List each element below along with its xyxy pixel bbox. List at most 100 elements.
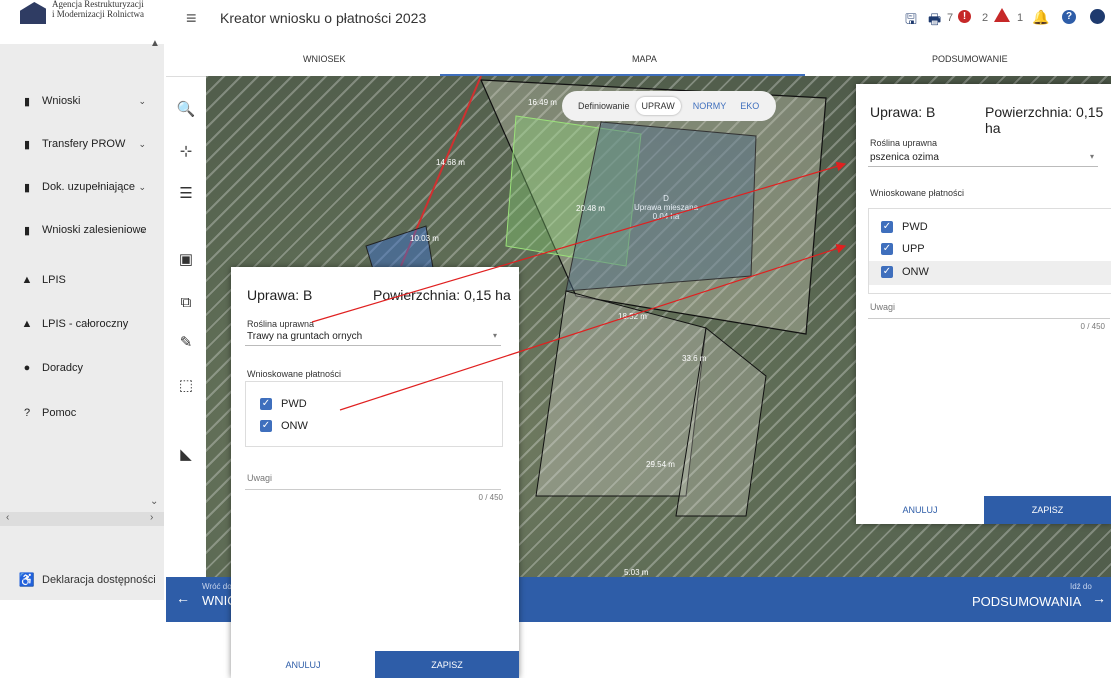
measurement-label: 33.6 m (682, 354, 707, 363)
horizontal-scrollbar[interactable] (0, 512, 164, 526)
layers-list-icon[interactable]: ☰ (172, 184, 200, 202)
help-icon[interactable]: ? (1062, 10, 1076, 24)
sidebar-item-label: Transfery PROW (42, 138, 126, 150)
checkbox-checked-icon: ✓ (260, 398, 272, 410)
payments-list: ✓ PWD ✓ ONW (245, 381, 503, 447)
crop-select-value: pszenica ozima (870, 152, 939, 163)
measurement-label: 16.49 m (528, 98, 557, 107)
panel-title: Uprawa: B (870, 104, 936, 120)
notes-counter: 0 / 450 (478, 493, 503, 502)
select-icon[interactable]: ▣ (172, 250, 200, 268)
page-title: Kreator wniosku o płatności 2023 (220, 10, 427, 26)
sidebar-item-lpis-caloroczny[interactable]: ▲ LPIS - całoroczny (0, 309, 160, 339)
measurement-label: 29.54 m (646, 460, 675, 469)
save-icon[interactable]: 🖫 (905, 9, 917, 33)
tab-podsumowanie[interactable]: PODSUMOWANIE (932, 54, 1008, 64)
bell-icon[interactable]: 🔔 (1032, 9, 1049, 26)
mountain-icon: ▲ (21, 274, 33, 286)
sidebar-item-label: LPIS (42, 274, 66, 286)
cancel-button[interactable]: ANULUJ (856, 496, 984, 524)
back-small-label: Wróć do (202, 582, 232, 591)
next-button[interactable]: PODSUMOWANIA (972, 594, 1081, 609)
panel-area: Powierzchnia: 0,15 ha (985, 104, 1104, 136)
scroll-up-icon[interactable]: ▲ (150, 38, 160, 49)
sidebar-item-label: Wnioski (42, 95, 81, 107)
payment-checkbox-upp[interactable]: ✓ UPP (881, 243, 925, 255)
save-button[interactable]: ZAPISZ (984, 496, 1111, 524)
panel-title: Uprawa: B (247, 287, 313, 303)
rectangle-select-icon[interactable]: ⬚ (172, 376, 200, 394)
parcel-outline (535, 290, 707, 497)
crop-panel-right: Uprawa: B Powierzchnia: 0,15 ha Roślina … (856, 84, 1111, 524)
notes-label: Uwagi (247, 473, 273, 483)
sidebar-item-label: Wnioski zalesieniowe (42, 224, 147, 236)
crop-select[interactable]: pszenica ozima ▾ (868, 148, 1098, 167)
clipboard-icon: ▮ (23, 181, 31, 194)
tab-wniosek[interactable]: WNIOSEK (303, 54, 346, 64)
logo-text-line2: i Modernizacji Rolnictwa (52, 9, 144, 19)
warning-icon[interactable] (994, 8, 1010, 22)
arrow-left-icon[interactable]: ← (176, 590, 190, 606)
sidebar-item-doradcy[interactable]: ● Doradcy (0, 353, 160, 383)
checkbox-checked-icon: ✓ (881, 243, 893, 255)
scroll-left-icon[interactable]: ‹ (6, 512, 9, 523)
arrow-right-icon[interactable]: → (1092, 590, 1106, 606)
warning-count: 1 (1017, 12, 1024, 24)
clipboard-icon: ▮ (23, 224, 31, 237)
cancel-button[interactable]: ANULUJ (231, 651, 375, 678)
logo-text-line1: Agencja Restrukturyzacji (52, 0, 144, 9)
menu-icon[interactable]: ≡ (186, 8, 197, 29)
user-icon[interactable] (1090, 9, 1105, 24)
chevron-down-icon: ⌄ (138, 224, 146, 235)
print-count: 7 (947, 12, 954, 24)
payment-checkbox-pwd[interactable]: ✓ PWD (260, 398, 307, 410)
sidebar-item-lpis[interactable]: ▲ LPIS (0, 265, 160, 295)
measurement-label: 20.48 m (576, 204, 605, 213)
crop-label: Roślina uprawna (870, 138, 938, 148)
definition-label: Definiowanie (578, 101, 630, 111)
mode-normy-button[interactable]: NORMY (693, 101, 727, 111)
measure-icon[interactable]: ◣ (172, 445, 200, 463)
sidebar-item-wnioski[interactable]: ▮ Wnioski ⌄ (0, 86, 160, 116)
chevron-down-icon: ⌄ (138, 138, 146, 149)
sidebar-item-wnioski-zalesieniowe[interactable]: ▮ Wnioski zalesieniowe ⌄ (0, 215, 160, 245)
scroll-down-icon[interactable]: ⌄ (150, 496, 158, 507)
measurement-label: 14.68 m (436, 158, 465, 167)
notes-field[interactable]: Uwagi (868, 300, 1110, 319)
search-icon[interactable]: 🔍 (172, 100, 200, 118)
payments-label: Wnioskowane płatności (870, 188, 965, 198)
dropdown-arrow-icon: ▾ (1089, 152, 1094, 161)
checkbox-checked-icon: ✓ (260, 420, 272, 432)
sidebar-item-label: Dok. uzupełniające (42, 181, 135, 193)
person-icon: ● (23, 362, 31, 374)
dropdown-arrow-icon: ▾ (492, 331, 497, 340)
checkbox-checked-icon: ✓ (881, 221, 893, 233)
accessibility-icon: ♿ (18, 572, 36, 587)
crop-select[interactable]: Trawy na gruntach ornych ▾ (245, 329, 501, 346)
accessibility-declaration-link[interactable]: ♿ Deklaracja dostępności (0, 560, 164, 600)
tab-mapa[interactable]: MAPA (632, 54, 657, 64)
payment-checkbox-pwd[interactable]: ✓ PWD (881, 221, 928, 233)
panel-area: Powierzchnia: 0,15 ha (373, 287, 511, 303)
sidebar-item-transfery[interactable]: ▮ Transfery PROW ⌄ (0, 129, 160, 159)
sidebar-item-pomoc[interactable]: ? Pomoc (0, 398, 160, 428)
sidebar-item-dok-uzupelniajace[interactable]: ▮ Dok. uzupełniające ⌄ (0, 172, 160, 202)
scroll-right-icon[interactable]: › (150, 512, 153, 523)
mode-uprawy-button[interactable]: UPRAW (635, 97, 681, 115)
save-button[interactable]: ZAPISZ (375, 651, 519, 678)
payments-list: ✓ PWD ✓ UPP ✓ ONW (868, 208, 1111, 294)
info-count: 2 (982, 12, 989, 24)
print-icon[interactable]: 🖶 (928, 9, 941, 33)
checkbox-checked-icon: ✓ (881, 266, 893, 278)
payment-checkbox-onw[interactable]: ✓ ONW (881, 266, 929, 278)
payments-label: Wnioskowane płatności (247, 369, 342, 379)
copy-icon[interactable]: ⧉ (172, 294, 200, 311)
mode-eko-button[interactable]: EKO (740, 101, 759, 111)
snap-icon[interactable]: ⊹ (172, 142, 200, 160)
notes-field[interactable]: Uwagi (245, 471, 501, 490)
pencil-icon[interactable]: ✎ (172, 333, 200, 351)
error-icon[interactable]: ! (958, 10, 971, 23)
payment-checkbox-onw[interactable]: ✓ ONW (260, 420, 308, 432)
measurement-label: 18.52 m (618, 312, 647, 321)
notes-counter: 0 / 450 (1080, 322, 1105, 331)
